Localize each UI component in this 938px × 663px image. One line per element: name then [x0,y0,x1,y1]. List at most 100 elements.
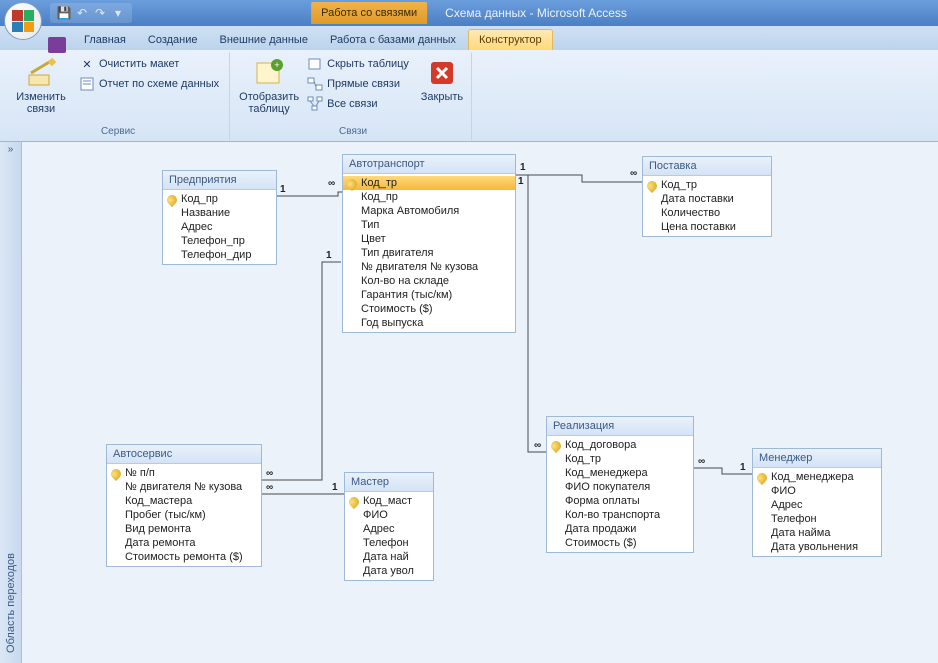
table-field[interactable]: Код_менеджера [753,470,881,484]
redo-icon[interactable]: ↷ [92,5,108,21]
nav-pane-label: Область переходов [5,553,17,653]
table-field[interactable]: Тип [343,218,515,232]
table-field[interactable]: Телефон [345,536,433,550]
table-field[interactable]: Пробег (тыс/км) [107,508,261,522]
table-field[interactable]: Количество [643,206,771,220]
table-field[interactable]: Дата увол [345,564,433,578]
table-field[interactable]: ФИО покупателя [547,480,693,494]
show-table-button[interactable]: + Отобразить таблицу [241,55,297,117]
table-field[interactable]: Тип двигателя [343,246,515,260]
nav-expand-icon[interactable]: » [6,142,16,157]
table-field[interactable]: Цвет [343,232,515,246]
tab-design[interactable]: Конструктор [468,29,553,50]
tab-database-tools[interactable]: Работа с базами данных [320,30,466,50]
relationships-canvas[interactable]: 1 ∞ 1 ∞ 1 ∞ 1 ∞ 1 ∞ 1 ∞ Предприятия Код_… [22,142,938,663]
table-field[interactable]: ФИО [753,484,881,498]
table-field[interactable]: Телефон_пр [163,234,276,248]
table-field[interactable]: Код_тр [547,452,693,466]
table-field[interactable]: Форма оплаты [547,494,693,508]
group-label-relationships: Связи [241,124,465,140]
edit-relationships-icon [25,57,57,89]
rel-card: 1 [332,482,338,493]
schema-report-button[interactable]: Отчет по схеме данных [75,75,223,93]
clear-layout-button[interactable]: ✕ Очистить макет [75,55,223,73]
table-field[interactable]: Цена поставки [643,220,771,234]
table-field[interactable]: Кол-во транспорта [547,508,693,522]
rel-card: 1 [326,250,332,261]
close-button[interactable]: Закрыть [419,55,465,105]
table-enterprise[interactable]: Предприятия Код_пр Название Адрес Телефо… [162,170,277,265]
table-delivery[interactable]: Поставка Код_тр Дата поставки Количество… [642,156,772,237]
table-field[interactable]: Год выпуска [343,316,515,330]
table-title[interactable]: Реализация [547,417,693,436]
show-table-label: Отобразить таблицу [239,91,299,115]
table-field[interactable]: № двигателя № кузова [343,260,515,274]
title-bar: 💾 ↶ ↷ ▾ Работа со связями Схема данных -… [0,0,938,26]
table-field[interactable]: Кол-во на складе [343,274,515,288]
group-label-service: Сервис [13,124,223,140]
table-field[interactable]: Дата ремонта [107,536,261,550]
table-field[interactable]: Марка Автомобиля [343,204,515,218]
table-sale[interactable]: Реализация Код_договора Код_тр Код_менед… [546,416,694,553]
table-field[interactable]: Название [163,206,276,220]
table-title[interactable]: Автотранспорт [343,155,515,174]
report-icon [79,76,95,92]
table-field[interactable]: Адрес [163,220,276,234]
rel-card: 1 [518,176,524,187]
table-field[interactable]: Стоимость ремонта ($) [107,550,261,564]
save-icon[interactable]: 💾 [56,5,72,21]
table-field[interactable]: Код_пр [343,190,515,204]
edit-relationships-button[interactable]: Изменить связи [13,55,69,117]
table-field[interactable]: Вид ремонта [107,522,261,536]
table-service[interactable]: Автосервис № п/п № двигателя № кузова Ко… [106,444,262,567]
undo-icon[interactable]: ↶ [74,5,90,21]
table-field[interactable]: Дата най [345,550,433,564]
table-field[interactable]: Дата найма [753,526,881,540]
table-field[interactable]: Дата поставки [643,192,771,206]
contextual-tab-label: Работа со связями [311,2,427,24]
table-auto[interactable]: Автотранспорт Код_тр Код_пр Марка Автомо… [342,154,516,333]
table-field[interactable]: Адрес [345,522,433,536]
table-field[interactable]: Гарантия (тыс/км) [343,288,515,302]
table-title[interactable]: Поставка [643,157,771,176]
table-field[interactable]: Дата увольнения [753,540,881,554]
ribbon-tabs: Главная Создание Внешние данные Работа с… [0,26,938,50]
rel-card: 1 [740,462,746,473]
table-field[interactable]: ФИО [345,508,433,522]
office-button[interactable] [4,2,42,40]
table-field[interactable]: № двигателя № кузова [107,480,261,494]
table-field[interactable]: Дата продажи [547,522,693,536]
table-field[interactable]: Телефон [753,512,881,526]
table-title[interactable]: Предприятия [163,171,276,190]
ribbon: Изменить связи ✕ Очистить макет Отчет по… [0,50,938,142]
qat-dropdown-icon[interactable]: ▾ [110,5,126,21]
rel-card: ∞ [534,440,541,451]
direct-links-button[interactable]: Прямые связи [303,75,413,93]
direct-links-icon [307,76,323,92]
table-field[interactable]: Код_договора [547,438,693,452]
tab-create[interactable]: Создание [138,30,208,50]
all-links-button[interactable]: Все связи [303,95,413,113]
table-field[interactable]: № п/п [107,466,261,480]
table-manager[interactable]: Менеджер Код_менеджера ФИО Адрес Телефон… [752,448,882,557]
table-field[interactable]: Код_мастера [107,494,261,508]
table-field[interactable]: Код_тр [343,176,515,190]
table-field[interactable]: Код_менеджера [547,466,693,480]
navigation-pane-collapsed[interactable]: » Область переходов [0,142,22,663]
table-field[interactable]: Адрес [753,498,881,512]
table-master[interactable]: Мастер Код_маст ФИО Адрес Телефон Дата н… [344,472,434,581]
tab-home[interactable]: Главная [74,30,136,50]
tab-external-data[interactable]: Внешние данные [210,30,318,50]
table-field[interactable]: Стоимость ($) [343,302,515,316]
svg-text:+: + [274,60,279,70]
table-field[interactable]: Код_тр [643,178,771,192]
table-field[interactable]: Код_пр [163,192,276,206]
table-title[interactable]: Мастер [345,473,433,492]
hide-table-button[interactable]: Скрыть таблицу [303,55,413,73]
table-title[interactable]: Менеджер [753,449,881,468]
table-title[interactable]: Автосервис [107,445,261,464]
close-icon [426,57,458,89]
table-field[interactable]: Стоимость ($) [547,536,693,550]
table-field[interactable]: Код_маст [345,494,433,508]
table-field[interactable]: Телефон_дир [163,248,276,262]
